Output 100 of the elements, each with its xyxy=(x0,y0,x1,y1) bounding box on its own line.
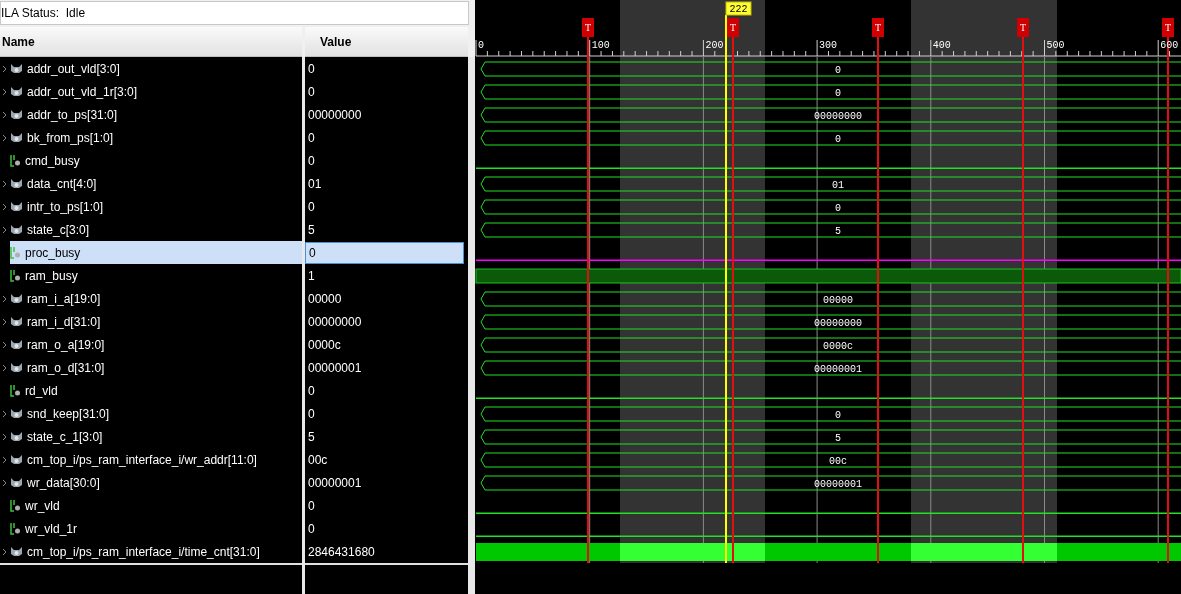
expand-caret-icon[interactable] xyxy=(3,203,7,210)
trigger-marker[interactable]: T xyxy=(1162,18,1174,37)
bus-icon xyxy=(10,86,23,97)
signal-value: 0 xyxy=(307,497,316,515)
bus-value-label: 0000c xyxy=(823,341,853,352)
wire-icon xyxy=(10,154,21,167)
expand-caret-icon[interactable] xyxy=(3,479,7,486)
signal-name-row[interactable]: ram_i_a[19:0] xyxy=(10,287,302,310)
signal-value: 0 xyxy=(307,152,316,170)
signal-value: 0000c xyxy=(307,336,342,354)
column-header[interactable]: Name xyxy=(0,27,302,57)
bus-icon xyxy=(10,109,23,120)
expand-caret-icon[interactable] xyxy=(3,548,7,555)
signal-name: cm_top_i/ps_ram_interface_i/wr_addr[11:0] xyxy=(27,451,257,469)
signal-value: 0 xyxy=(307,60,316,78)
signal-name: wr_vld xyxy=(25,497,60,515)
signal-name-row[interactable]: wr_vld_1r xyxy=(10,517,302,540)
ruler-label: 400 xyxy=(932,40,951,51)
signal-name-row[interactable]: bk_from_ps[1:0] xyxy=(10,126,302,149)
trigger-marker[interactable]: T xyxy=(727,18,739,37)
signal-name: rd_vld xyxy=(25,382,58,400)
signal-name-row[interactable]: wr_data[30:0] xyxy=(10,471,302,494)
expand-caret-icon[interactable] xyxy=(3,295,7,302)
bus-value-label: 00000001 xyxy=(814,364,862,375)
signal-name-row[interactable]: addr_to_ps[31:0] xyxy=(10,103,302,126)
signal-name-row[interactable]: addr_out_vld_1r[3:0] xyxy=(10,80,302,103)
signal-name-row[interactable]: state_c_1[3:0] xyxy=(10,425,302,448)
ruler-label: 300 xyxy=(819,40,838,51)
signal-name: cmd_busy xyxy=(25,152,80,170)
cursor-label: 222 xyxy=(725,1,752,16)
expand-caret-icon[interactable] xyxy=(3,88,7,95)
signal-name-row[interactable]: addr_out_vld[3:0] xyxy=(10,57,302,80)
expand-caret-icon[interactable] xyxy=(3,364,7,371)
expand-caret-icon[interactable] xyxy=(3,433,7,440)
signal-value: 00000001 xyxy=(307,474,363,492)
wire-icon xyxy=(10,269,21,282)
signal-name-row[interactable]: cm_top_i/ps_ram_interface_i/time_cnt[31:0] xyxy=(10,540,302,563)
bus-icon xyxy=(10,224,23,235)
ruler-label: 0 xyxy=(478,40,484,51)
bus-value-label: 00c xyxy=(829,456,847,467)
bus-icon xyxy=(10,316,23,327)
ruler-label: 100 xyxy=(591,40,610,51)
signal-name-row[interactable]: ram_i_d[31:0] xyxy=(10,310,302,333)
signal-name-row[interactable]: proc_busy xyxy=(10,241,302,264)
signal-name: addr_out_vld_1r[3:0] xyxy=(27,83,138,101)
bus-value-label: 00000 xyxy=(823,295,853,306)
signal-value: 0 xyxy=(305,241,464,264)
bus-icon xyxy=(10,454,23,465)
expand-caret-icon[interactable] xyxy=(3,410,7,417)
signal-name: proc_busy xyxy=(25,244,81,262)
expand-caret-icon[interactable] xyxy=(3,65,7,72)
trigger-marker[interactable]: T xyxy=(1017,18,1029,37)
signal-name-row[interactable]: ram_o_d[31:0] xyxy=(10,356,302,379)
signal-name-row[interactable]: state_c[3:0] xyxy=(10,218,302,241)
signal-name-row[interactable]: data_cnt[4:0] xyxy=(10,172,302,195)
trigger-marker[interactable]: T xyxy=(872,18,884,37)
signal-value: 0 xyxy=(307,129,316,147)
bus-icon xyxy=(10,408,23,419)
trigger-marker[interactable]: T xyxy=(582,18,594,37)
signal-name-row[interactable]: snd_keep[31:0] xyxy=(10,402,302,425)
bus-value-label: 5 xyxy=(835,226,841,237)
expand-caret-icon[interactable] xyxy=(3,456,7,463)
expand-caret-icon[interactable] xyxy=(3,134,7,141)
bus-value-label: 0 xyxy=(835,65,841,76)
signal-value: 0 xyxy=(307,83,316,101)
bus-icon xyxy=(10,293,23,304)
expand-caret-icon[interactable] xyxy=(3,226,7,233)
signal-value: 00000000 xyxy=(307,313,363,331)
signal-name-row[interactable]: ram_o_a[19:0] xyxy=(10,333,302,356)
signal-value: 2846431680 xyxy=(307,543,376,561)
wire-icon xyxy=(10,384,21,397)
signal-value: 00c xyxy=(307,451,329,469)
signal-value: 00000000 xyxy=(307,106,363,124)
signal-name: ram_i_a[19:0] xyxy=(27,290,101,308)
wire-icon xyxy=(10,246,21,259)
signal-name-row[interactable]: rd_vld xyxy=(10,379,302,402)
expand-caret-icon[interactable] xyxy=(3,318,7,325)
bus-icon xyxy=(10,546,23,557)
column-header[interactable]: Value xyxy=(305,27,468,57)
signal-name: state_c[3:0] xyxy=(27,221,90,239)
expand-caret-icon[interactable] xyxy=(3,180,7,187)
wire-icon xyxy=(10,499,21,512)
status-field: ILA Status: Idle xyxy=(0,1,469,25)
signal-name: state_c_1[3:0] xyxy=(27,428,103,446)
bus-icon xyxy=(10,132,23,143)
bus-value-label: 01 xyxy=(832,180,844,191)
expand-caret-icon[interactable] xyxy=(3,111,7,118)
signal-name-row[interactable]: cmd_busy xyxy=(10,149,302,172)
signal-name-row[interactable]: wr_vld xyxy=(10,494,302,517)
signal-value: 00000 xyxy=(307,290,343,308)
signal-value: 0 xyxy=(307,382,316,400)
bus-icon xyxy=(10,63,23,74)
signal-name-row[interactable]: cm_top_i/ps_ram_interface_i/wr_addr[11:0] xyxy=(10,448,302,471)
bus-value-label: 00000001 xyxy=(814,479,862,490)
signal-name-row[interactable]: ram_busy xyxy=(10,264,302,287)
signal-value: 5 xyxy=(307,428,316,446)
expand-caret-icon[interactable] xyxy=(3,341,7,348)
signal-name-row[interactable]: intr_to_ps[1:0] xyxy=(10,195,302,218)
signal-name: cm_top_i/ps_ram_interface_i/time_cnt[31:0] xyxy=(27,543,260,561)
bus-value-label: 0 xyxy=(835,88,841,99)
